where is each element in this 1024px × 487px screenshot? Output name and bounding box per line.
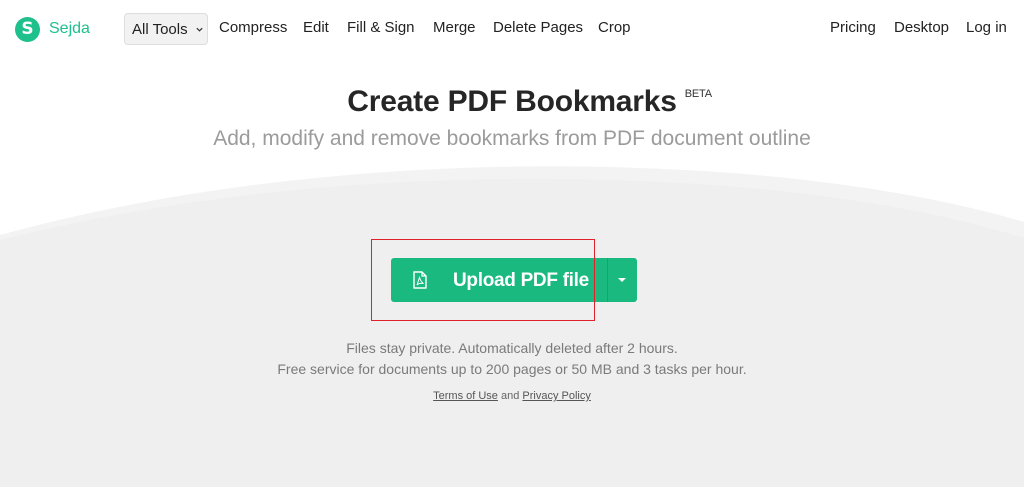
legal-and-text: and [500,390,520,402]
nav-pricing[interactable]: Pricing [830,19,876,36]
hero-wave-background [0,166,1024,487]
nav-login[interactable]: Log in [966,19,1007,36]
nav-desktop[interactable]: Desktop [894,19,949,36]
privacy-note: Files stay private. Automatically delete… [346,340,678,356]
nav-crop[interactable]: Crop [598,19,631,36]
upload-pdf-button[interactable]: Upload PDF file [391,258,607,302]
nav-fill-sign[interactable]: Fill & Sign [347,19,415,36]
top-navbar: S Sejda All Tools Compress Edit Fill & S… [0,0,1024,58]
page: S Sejda All Tools Compress Edit Fill & S… [0,0,1024,487]
all-tools-dropdown[interactable]: All Tools [124,13,208,45]
all-tools-label: All Tools [132,20,188,38]
page-title-text: Create PDF Bookmarks [347,85,677,118]
pdf-file-icon [413,271,427,289]
nav-merge[interactable]: Merge [433,19,476,36]
upload-button-label: Upload PDF file [453,270,589,291]
sejda-logo[interactable]: S Sejda [15,14,90,44]
limits-note: Free service for documents up to 200 pag… [277,361,747,377]
legal-links: Terms of Use and Privacy Policy [0,390,1024,402]
privacy-policy-link[interactable]: Privacy Policy [522,390,590,402]
upload-options-dropdown-button[interactable] [607,258,637,302]
chevron-down-icon [195,27,203,32]
page-subtitle: Add, modify and remove bookmarks from PD… [213,127,811,150]
nav-edit[interactable]: Edit [303,19,329,36]
logo-text: Sejda [49,20,90,37]
nav-delete-pages[interactable]: Delete Pages [493,19,583,36]
terms-of-use-link[interactable]: Terms of Use [433,390,498,402]
hero-title-wrap: Create PDF Bookmarks BETA [0,85,1024,119]
nav-compress[interactable]: Compress [219,19,287,36]
page-title: Create PDF Bookmarks BETA [347,85,712,119]
caret-down-icon [618,278,626,282]
beta-badge: BETA [684,88,712,100]
logo-mark-icon: S [15,16,40,42]
